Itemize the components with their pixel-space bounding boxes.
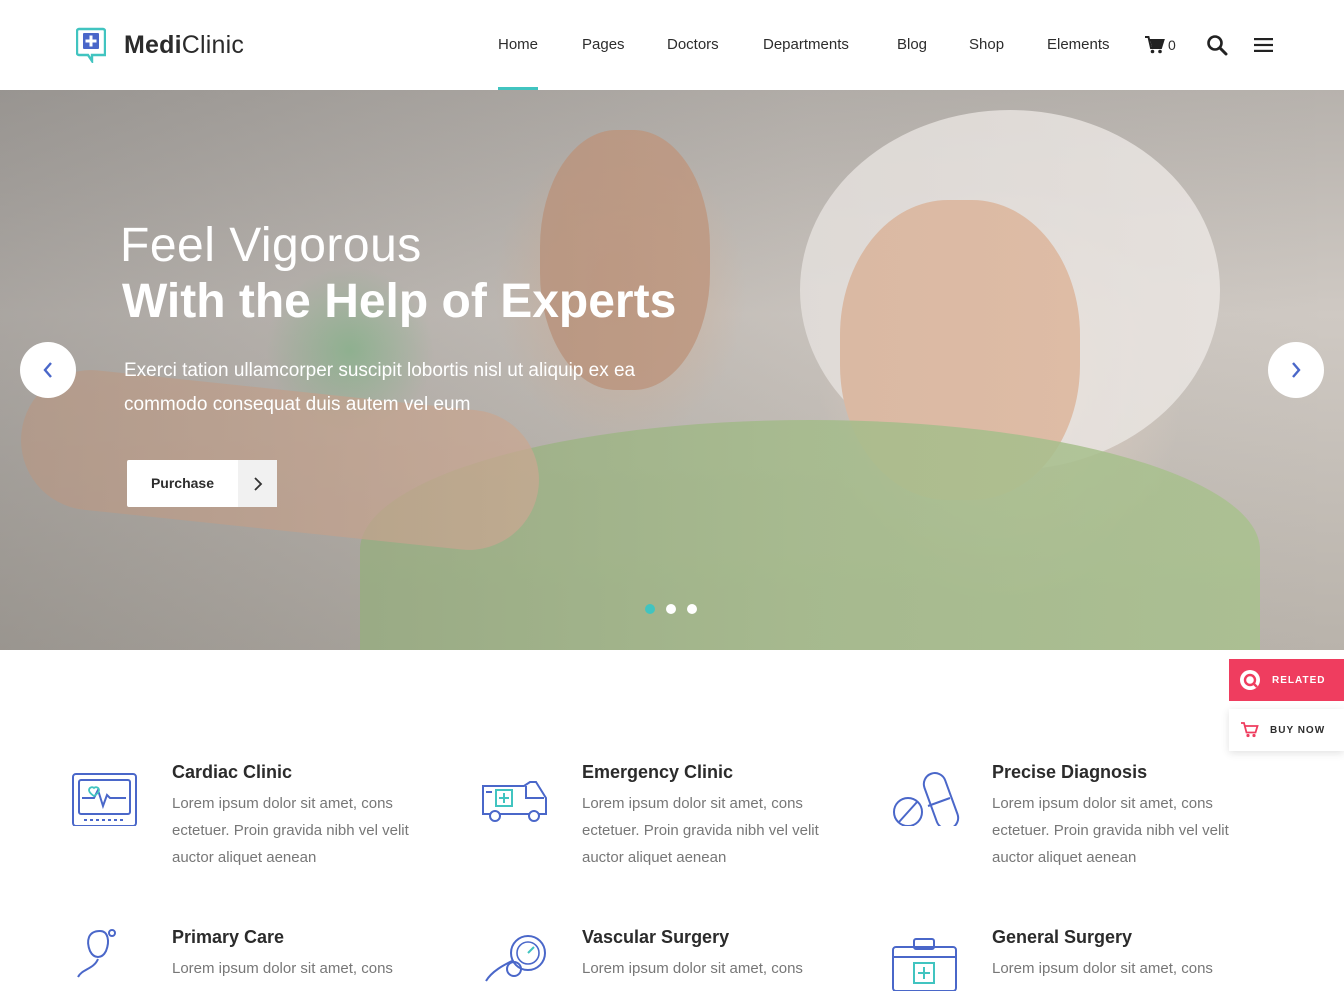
related-button[interactable]: RELATED [1229,659,1344,701]
nav-departments[interactable]: Departments [763,0,849,90]
hero-description: Exerci tation ullamcorper suscipit lobor… [124,360,636,415]
nav-doctors[interactable]: Doctors [667,0,719,90]
feature-text: Lorem ipsum dolor sit amet, cons [992,960,1213,977]
buy-now-button[interactable]: BUY NOW [1229,709,1344,751]
buy-now-label: BUY NOW [1270,724,1326,736]
feature-title: Precise Diagnosis [992,762,1148,782]
ambulance-icon [482,781,547,822]
search-icon[interactable] [1206,34,1228,56]
slider-dot-3[interactable] [687,604,697,614]
menu-icon[interactable] [1254,38,1273,52]
slider-dot-2[interactable] [666,604,676,614]
nav-shop[interactable]: Shop [969,0,1004,90]
cart-icon [1241,722,1259,738]
slider-prev-button[interactable] [20,342,76,398]
feature-text: Lorem ipsum dolor sit amet, cons ectetue… [172,795,409,866]
site-header: MediClinic Home Pages Doctors Department… [0,0,1344,90]
heart-monitor-icon [72,773,137,826]
cart-count: 0 [1168,37,1176,53]
feature-title: Cardiac Clinic [172,762,293,782]
chevron-right-icon [1292,362,1301,378]
logo-cross-icon [76,27,106,63]
feature-text: Lorem ipsum dolor sit amet, cons ectetue… [582,795,819,866]
nav-home[interactable]: Home [498,0,539,90]
purchase-label: Purchase [150,475,215,491]
first-aid-kit-icon [892,938,957,991]
feature-title: Emergency Clinic [582,762,734,782]
slider-dot-1[interactable] [645,604,655,614]
cart-button[interactable]: 0 [1145,36,1176,54]
chevron-right-icon [238,460,277,507]
nav-blog[interactable]: Blog [897,0,927,90]
hero-title-line1: Feel Vigorous [120,219,422,272]
slider-next-button[interactable] [1268,342,1324,398]
blood-pressure-icon [485,935,546,982]
feature-text: Lorem ipsum dolor sit amet, cons ectetue… [992,795,1229,866]
feature-title: Vascular Surgery [582,927,730,947]
nav-pages[interactable]: Pages [582,0,625,90]
pills-icon [893,772,960,826]
nav-elements[interactable]: Elements [1047,0,1110,90]
feature-text: Lorem ipsum dolor sit amet, cons [582,960,803,977]
hero-title-line2: With the Help of Experts [122,275,677,328]
related-icon [1240,670,1260,690]
chevron-left-icon [43,362,52,378]
hero-slider: Feel Vigorous With the Help of Experts E… [0,90,1344,650]
feature-title: Primary Care [172,927,285,947]
logo-text: MediClinic [124,30,245,59]
stethoscope-icon [77,929,116,978]
feature-text: Lorem ipsum dolor sit amet, cons [172,960,393,977]
feature-title: General Surgery [992,927,1133,947]
cart-icon [1145,36,1165,54]
slider-dots [645,604,697,614]
purchase-button[interactable]: Purchase [127,460,277,507]
related-label: RELATED [1272,674,1326,686]
logo[interactable]: MediClinic [76,27,244,63]
